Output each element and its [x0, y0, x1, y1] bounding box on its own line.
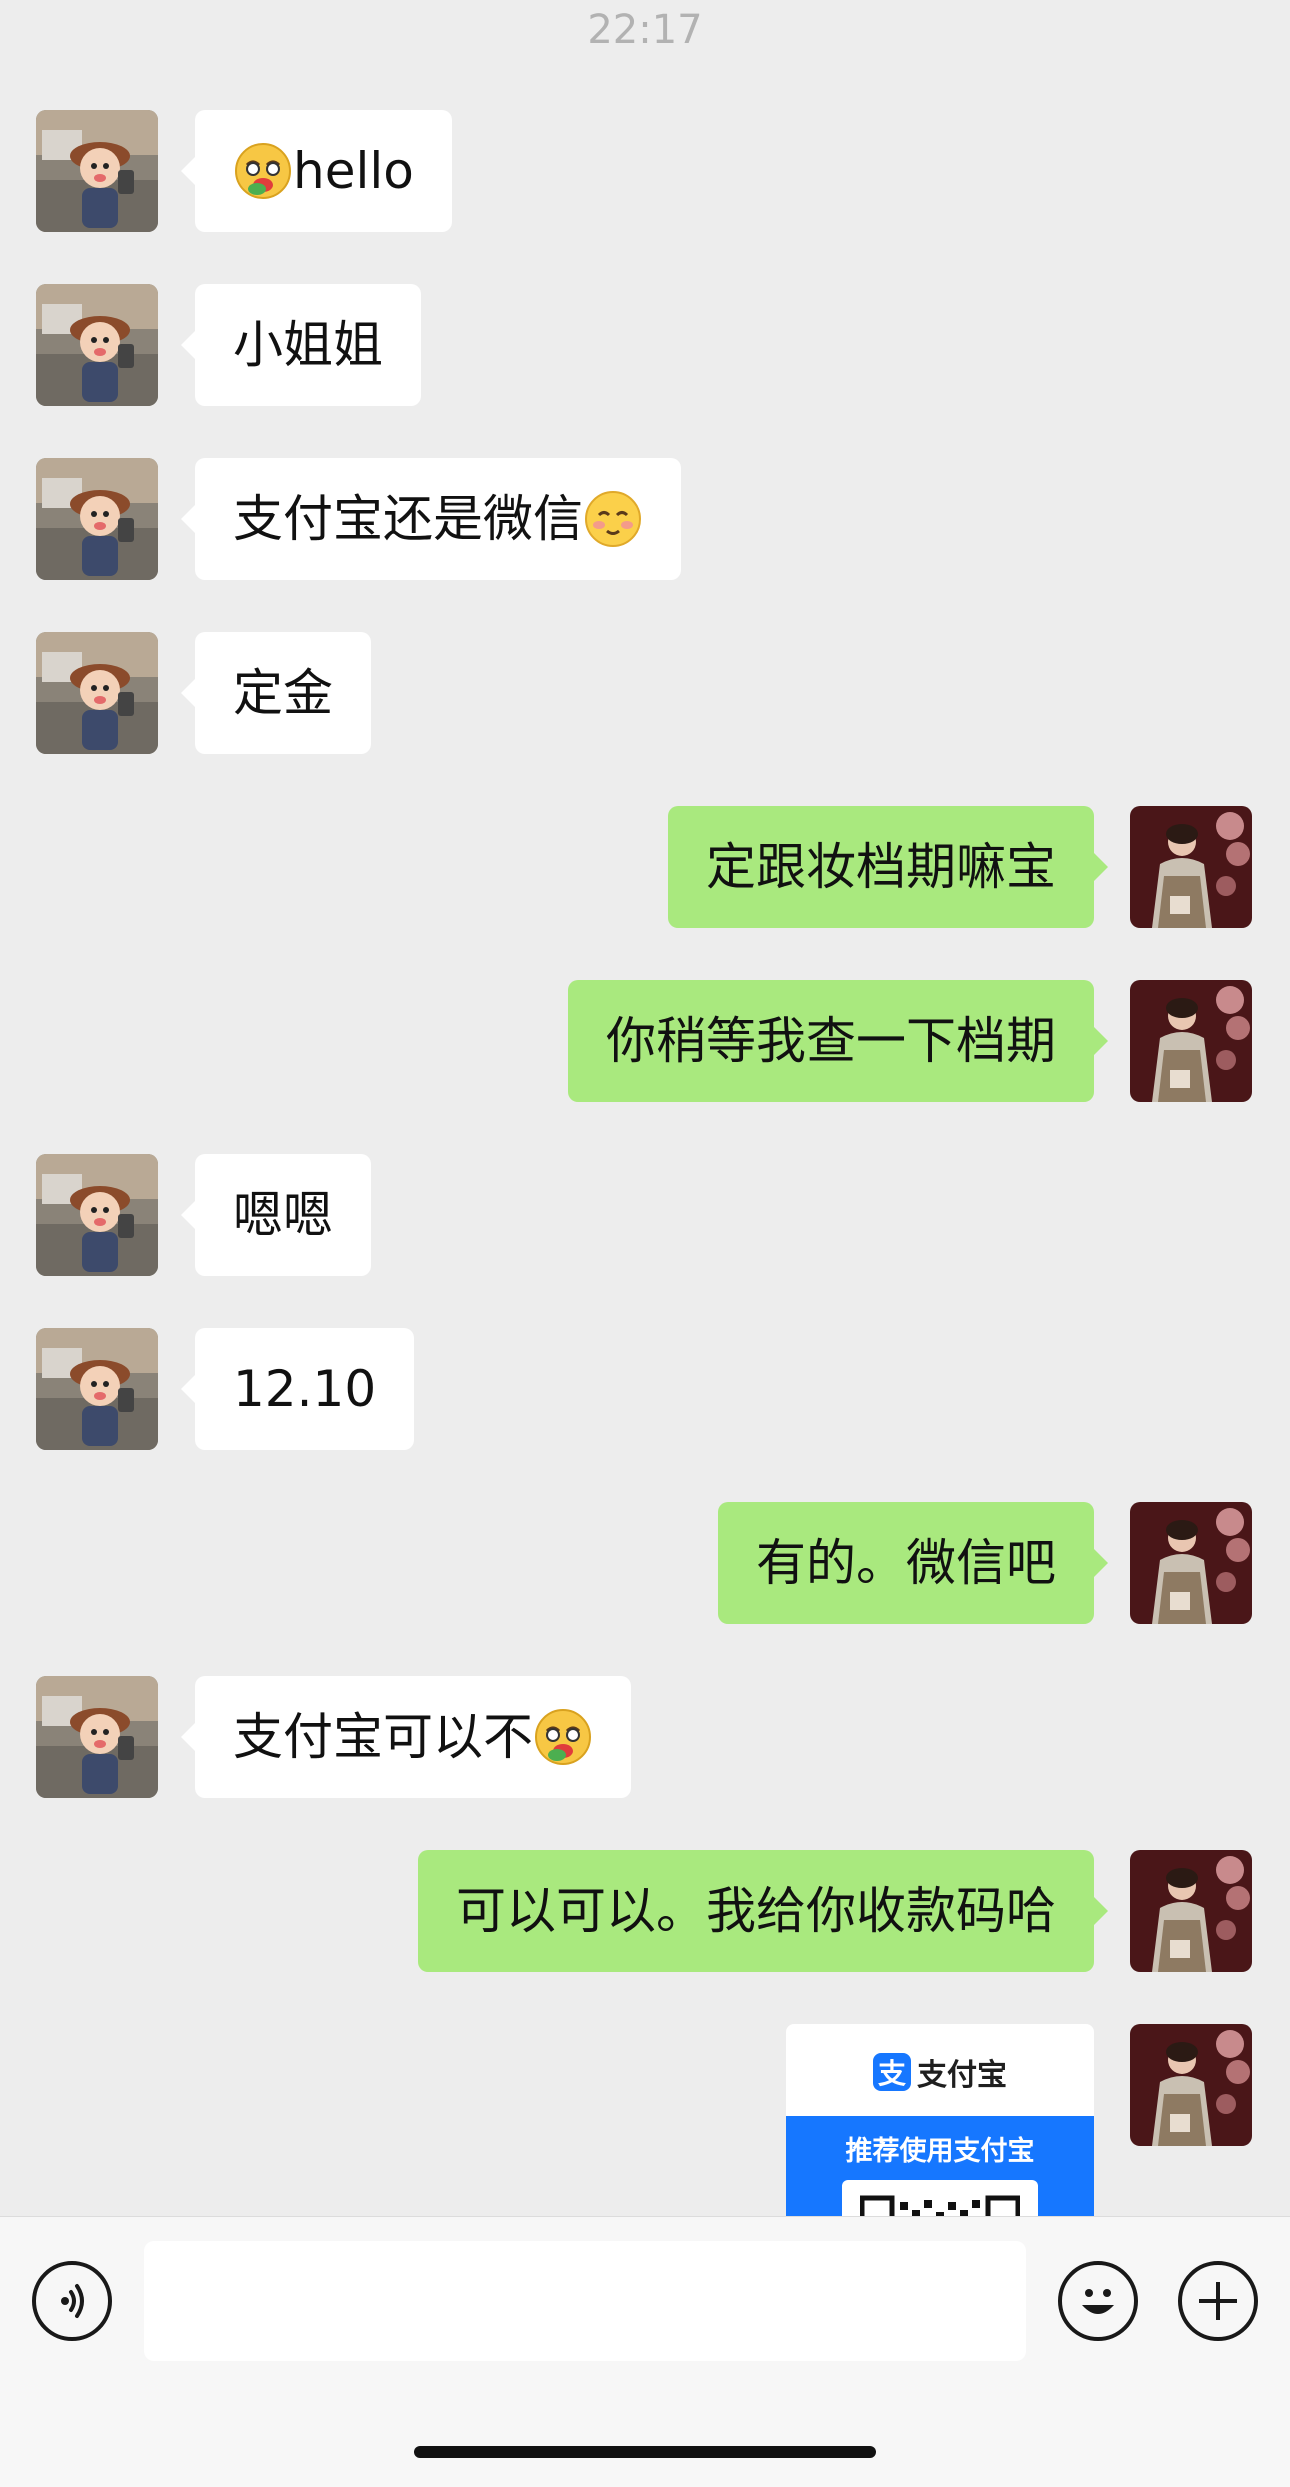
- message-row: 可以可以。我给你收款码哈: [0, 1850, 1290, 1972]
- message-row: 小姐姐: [0, 284, 1290, 406]
- message-text: 嗯嗯: [233, 1186, 333, 1244]
- avatar-contact[interactable]: [36, 110, 158, 232]
- message-bubble[interactable]: 你稍等我查一下档期: [568, 980, 1108, 1102]
- alipay-payment-card[interactable]: 支 支付宝 推荐使用支付宝: [786, 2024, 1094, 2216]
- message-bubble[interactable]: 有的。微信吧: [718, 1502, 1108, 1624]
- message-row: hello: [0, 110, 1290, 232]
- voice-icon: [61, 2284, 84, 2318]
- message-row-payment: [0, 2024, 1290, 2146]
- alipay-brand-name: 支付宝: [917, 2058, 1007, 2093]
- avatar-me[interactable]: [1130, 806, 1252, 928]
- message-text: 你稍等我查一下档期: [606, 1012, 1056, 1070]
- emoji-button[interactable]: [1058, 2261, 1138, 2341]
- message-bubble[interactable]: 小姐姐: [181, 284, 421, 406]
- message-row: 嗯嗯: [0, 1154, 1290, 1276]
- message-bubble[interactable]: 嗯嗯: [181, 1154, 371, 1276]
- message-bubble[interactable]: 定跟妆档期嘛宝: [668, 806, 1108, 928]
- blush-smile-emoji: [583, 489, 643, 549]
- qr-code: [842, 2180, 1038, 2216]
- message-bubble[interactable]: 定金: [181, 632, 371, 754]
- home-indicator[interactable]: [414, 2446, 876, 2458]
- avatar-me[interactable]: [1130, 1850, 1252, 1972]
- alipay-recommend-text: 推荐使用支付宝: [845, 2136, 1035, 2167]
- message-bubble[interactable]: 支付宝还是微信: [181, 458, 681, 580]
- message-text: 定跟妆档期嘛宝: [706, 838, 1056, 896]
- timestamp: 22:17: [587, 7, 703, 53]
- hot-face-emoji: [233, 141, 293, 201]
- message-text: 支付宝可以不: [233, 1708, 533, 1766]
- plus-icon: [1199, 2282, 1237, 2320]
- avatar-me[interactable]: [1130, 1502, 1252, 1624]
- message-row: 你稍等我查一下档期: [0, 980, 1290, 1102]
- avatar-contact[interactable]: [36, 632, 158, 754]
- emoji-icon: [1082, 2289, 1114, 2314]
- message-row: 支付宝还是微信: [0, 458, 1290, 580]
- avatar-contact[interactable]: [36, 1328, 158, 1450]
- message-input[interactable]: [144, 2241, 1026, 2361]
- message-row: 支付宝可以不: [0, 1676, 1290, 1798]
- message-text: 定金: [233, 664, 333, 722]
- message-row: 12.10: [0, 1328, 1290, 1450]
- message-bubble[interactable]: hello: [181, 110, 452, 232]
- message-text: hello: [293, 142, 414, 200]
- avatar-contact[interactable]: [36, 1154, 158, 1276]
- avatar-contact[interactable]: [36, 284, 158, 406]
- message-text: 可以可以。我给你收款码哈: [456, 1882, 1056, 1940]
- avatar-contact[interactable]: [36, 1676, 158, 1798]
- message-text: 小姐姐: [233, 316, 383, 374]
- message-row: 定金: [0, 632, 1290, 754]
- alipay-recommend-panel: 推荐使用支付宝: [786, 2116, 1094, 2216]
- plus-button[interactable]: [1178, 2261, 1258, 2341]
- message-bubble[interactable]: 支付宝可以不: [181, 1676, 631, 1798]
- alipay-logo-icon: 支: [873, 2053, 911, 2091]
- message-row: 定跟妆档期嘛宝: [0, 806, 1290, 928]
- message-text: 有的。微信吧: [756, 1534, 1056, 1592]
- avatar-me[interactable]: [1130, 2024, 1252, 2146]
- alipay-brand: 支 支付宝: [786, 2024, 1094, 2120]
- avatar-contact[interactable]: [36, 458, 158, 580]
- avatar-me[interactable]: [1130, 980, 1252, 1102]
- message-bubble[interactable]: 可以可以。我给你收款码哈: [418, 1850, 1108, 1972]
- message-bubble[interactable]: 12.10: [180, 1328, 415, 1450]
- message-text: 支付宝还是微信: [233, 490, 583, 548]
- hot-face-emoji: [533, 1707, 593, 1767]
- message-row: 有的。微信吧: [0, 1502, 1290, 1624]
- voice-button[interactable]: [32, 2261, 112, 2341]
- message-text: 12.10: [233, 1360, 377, 1418]
